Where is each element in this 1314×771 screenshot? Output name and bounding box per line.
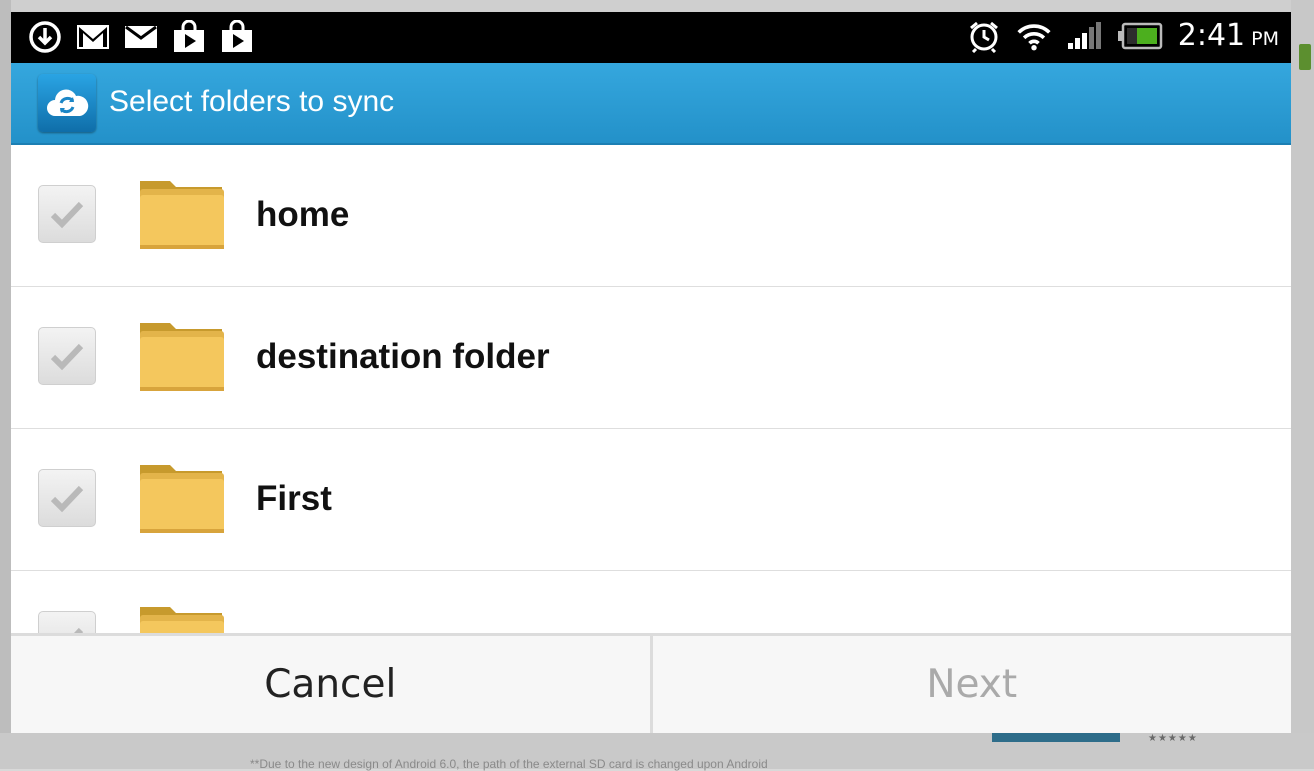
system-status: 2:41 PM	[966, 18, 1279, 53]
clock-time: 2:41	[1177, 18, 1246, 53]
folder-checkbox[interactable]	[38, 327, 96, 385]
folder-icon	[136, 317, 228, 395]
folder-checkbox[interactable]	[38, 611, 96, 633]
wifi-icon	[1016, 19, 1052, 53]
sync-folders-dialog: Select folders to sync home destination …	[11, 63, 1291, 733]
background-thumbnail	[992, 733, 1120, 742]
folder-row-partial[interactable]	[11, 571, 1291, 633]
next-button[interactable]: Next	[653, 636, 1292, 733]
folder-row-first[interactable]: First	[11, 429, 1291, 571]
folder-checkbox[interactable]	[38, 469, 96, 527]
cancel-button[interactable]: Cancel	[11, 636, 653, 733]
folder-list[interactable]: home destination folder First	[11, 145, 1291, 633]
battery-icon	[1116, 19, 1164, 53]
notification-icons	[27, 20, 255, 54]
dialog-title: Select folders to sync	[109, 85, 395, 118]
folder-checkbox[interactable]	[38, 185, 96, 243]
background-badge	[1299, 44, 1311, 70]
checkmark-icon	[50, 485, 84, 513]
folder-name: home	[256, 195, 350, 234]
background-left-edge	[0, 0, 11, 769]
email-icon	[123, 20, 159, 54]
gmail-icon	[75, 20, 111, 54]
checkmark-icon	[74, 627, 84, 633]
cloud-sync-icon	[38, 74, 96, 132]
folder-icon	[136, 459, 228, 537]
folder-name: First	[256, 479, 332, 518]
status-bar: 2:41 PM	[11, 12, 1291, 63]
folder-name: destination folder	[256, 337, 550, 376]
alarm-icon	[966, 19, 1002, 53]
download-icon	[27, 20, 63, 54]
checkmark-icon	[50, 343, 84, 371]
dialog-button-bar: Cancel Next	[11, 633, 1291, 733]
checkmark-icon	[50, 201, 84, 229]
folder-row-home[interactable]: home	[11, 145, 1291, 287]
background-rating: ★★★★★	[1148, 733, 1198, 744]
folder-icon	[136, 601, 228, 633]
signal-icon	[1066, 19, 1102, 53]
play-store-icon	[171, 20, 207, 54]
play-icon	[219, 20, 255, 54]
clock: 2:41 PM	[1178, 18, 1279, 53]
clock-ampm: PM	[1251, 28, 1279, 50]
folder-icon	[136, 175, 228, 253]
folder-row-destination-folder[interactable]: destination folder	[11, 287, 1291, 429]
background-right-edge	[1291, 0, 1314, 769]
dialog-title-bar: Select folders to sync	[11, 63, 1291, 145]
